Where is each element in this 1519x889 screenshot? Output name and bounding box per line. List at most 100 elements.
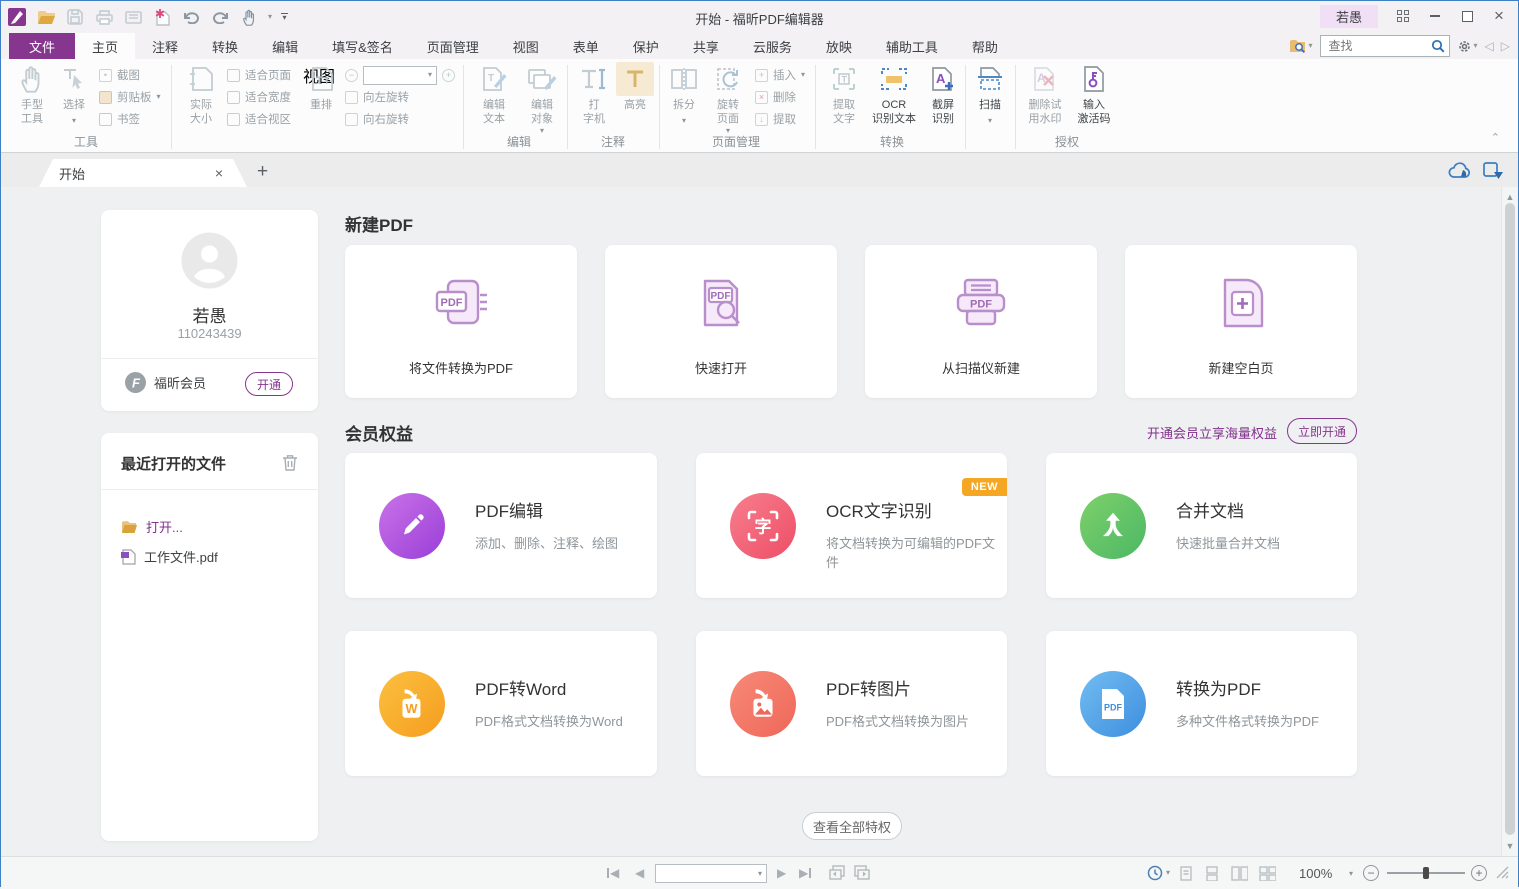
next-page-button[interactable]: ▶ xyxy=(777,866,786,880)
zoom-in-button[interactable]: + xyxy=(442,69,455,82)
rotate-left-button[interactable]: 向左旋转 xyxy=(345,89,409,105)
new-tab-button[interactable]: + xyxy=(257,161,268,183)
snapshot-button[interactable]: •截图 xyxy=(99,67,140,83)
scan-button[interactable]: 扫描 ▾ xyxy=(971,63,1009,125)
zoom-out-button[interactable]: − xyxy=(345,69,358,82)
edit-object-button[interactable]: 编辑 对象 ▾ xyxy=(519,63,565,135)
new-pdf-card-convert[interactable]: PDF 将文件转换为PDF xyxy=(345,245,577,398)
first-page-button[interactable]: ◀ xyxy=(607,866,619,880)
tab-comment[interactable]: 注释 xyxy=(135,33,195,59)
remove-watermark-button[interactable]: A 删除试 用水印 xyxy=(1021,63,1069,127)
tab-view[interactable]: 视图 xyxy=(496,33,556,59)
benefit-card-pdf-edit[interactable]: PDF编辑 添加、删除、注释、绘图 xyxy=(345,453,657,598)
tab-file[interactable]: 文件 xyxy=(9,33,75,59)
clipboard-button[interactable]: 剪贴板▾ xyxy=(99,89,161,105)
benefit-card-merge[interactable]: 合并文档 快速批量合并文档 xyxy=(1046,453,1357,598)
zoom-in-status-button[interactable]: + xyxy=(1471,865,1487,881)
extract-text-button[interactable]: T 提取 文字 xyxy=(823,63,865,127)
find-in-files-button[interactable]: ▾ xyxy=(1289,39,1313,54)
continuous-layout-button[interactable] xyxy=(1205,866,1219,886)
split-button[interactable]: 拆分 ▾ xyxy=(665,63,703,125)
search-input[interactable] xyxy=(1327,38,1431,54)
activate-now-button[interactable]: 立即开通 xyxy=(1287,418,1357,444)
fit-visible-button[interactable]: 适合视区 xyxy=(227,111,291,127)
tab-page-manage[interactable]: 页面管理 xyxy=(410,33,496,59)
tab-convert[interactable]: 转换 xyxy=(195,33,255,59)
benefit-card-convert-to-pdf[interactable]: PDF 转换为PDF 多种文件格式转换为PDF xyxy=(1046,631,1357,776)
recent-file-item[interactable]: 工作文件.pdf xyxy=(121,547,218,566)
tab-share[interactable]: 共享 xyxy=(676,33,736,59)
benefit-card-pdf-to-image[interactable]: PDF转图片 PDF格式文档转换为图片 xyxy=(696,631,1007,776)
tab-fill-sign[interactable]: 填写&签名 xyxy=(315,33,410,59)
collapse-ribbon-button[interactable]: ⌃ xyxy=(1491,131,1500,144)
hand-tool-button[interactable]: 手型 工具 xyxy=(13,63,51,127)
tab-form[interactable]: 表单 xyxy=(556,33,616,59)
single-page-layout-button[interactable] xyxy=(1179,866,1193,886)
ocr-button[interactable]: OCR 识别文本 xyxy=(867,63,921,127)
zoom-dropdown-arrow[interactable]: ▾ xyxy=(1349,870,1353,878)
search-icon[interactable] xyxy=(1431,39,1445,53)
bookmark-button[interactable]: 书签 xyxy=(99,111,140,127)
typewriter-button[interactable]: 打 字机 xyxy=(575,63,613,127)
scroll-down-arrow[interactable]: ▼ xyxy=(1504,841,1516,851)
edit-text-button[interactable]: T 编辑 文本 xyxy=(473,63,515,127)
minimize-button[interactable] xyxy=(1420,4,1450,28)
tab-help[interactable]: 帮助 xyxy=(955,33,1015,59)
close-button[interactable]: × xyxy=(1484,4,1514,28)
reflow-button[interactable]: TT 重排 xyxy=(301,63,341,113)
tab-home[interactable]: 主页 xyxy=(75,33,135,60)
zoom-out-status-button[interactable]: − xyxy=(1363,865,1379,881)
last-page-button[interactable]: ▶ xyxy=(799,866,811,880)
resize-grip[interactable] xyxy=(1495,865,1509,884)
page-number-combobox[interactable]: ▾ xyxy=(655,864,767,883)
activation-code-button[interactable]: 输入 激活码 xyxy=(1071,63,1117,127)
facing-layout-button[interactable] xyxy=(1231,866,1248,886)
previous-view-button[interactable] xyxy=(829,865,845,885)
share-document-button[interactable] xyxy=(1483,162,1504,185)
previous-page-button[interactable]: ◀ xyxy=(635,866,644,880)
tab-protect[interactable]: 保护 xyxy=(616,33,676,59)
restore-button[interactable] xyxy=(1452,4,1482,28)
new-pdf-card-from-scanner[interactable]: PDF 从扫描仪新建 xyxy=(865,245,1097,398)
extract-pages-button[interactable]: ↓提取 xyxy=(755,111,796,127)
benefit-card-pdf-to-word[interactable]: W PDF转Word PDF格式文档转换为Word xyxy=(345,631,657,776)
activate-member-button[interactable]: 开通 xyxy=(245,372,293,396)
avatar[interactable] xyxy=(181,232,238,294)
scrollbar-thumb[interactable] xyxy=(1505,203,1515,835)
settings-button[interactable]: ▾ xyxy=(1457,39,1478,54)
insert-pages-button[interactable]: +插入▾ xyxy=(755,67,805,83)
fit-width-button[interactable]: 适合宽度 xyxy=(227,89,291,105)
screen-ocr-button[interactable]: A 截屏 识别 xyxy=(923,63,963,127)
reading-mode-button[interactable]: ▾ xyxy=(1147,865,1170,881)
pdf-to-image-icon xyxy=(730,671,796,737)
forward-button[interactable]: ▷ xyxy=(1501,39,1510,53)
next-view-button[interactable] xyxy=(854,865,870,885)
zoom-level-combobox[interactable]: ▾ xyxy=(363,66,437,85)
delete-pages-button[interactable]: ×删除 xyxy=(755,89,796,105)
zoom-percentage[interactable]: 100% xyxy=(1299,866,1332,881)
zoom-slider-handle[interactable] xyxy=(1423,867,1429,879)
highlight-button[interactable]: 高亮 xyxy=(615,63,655,113)
rotate-right-button[interactable]: 向右旋转 xyxy=(345,111,409,127)
actual-size-button[interactable]: 实际 大小 xyxy=(181,63,221,127)
close-tab-button[interactable]: × xyxy=(215,165,223,181)
view-all-privileges-button[interactable]: 查看全部特权 xyxy=(802,812,902,840)
scroll-up-arrow[interactable]: ▲ xyxy=(1504,192,1516,202)
cloud-documents-button[interactable] xyxy=(1448,162,1472,184)
new-pdf-card-quick-open[interactable]: PDF 快速打开 xyxy=(605,245,837,398)
tab-edit[interactable]: 编辑 xyxy=(255,33,315,59)
benefit-card-ocr[interactable]: NEW 字 OCR文字识别 将文档转换为可编辑的PDF文件 xyxy=(696,453,1007,598)
continuous-facing-layout-button[interactable] xyxy=(1259,866,1276,886)
user-account-button[interactable]: 若愚 xyxy=(1320,5,1378,28)
rotate-pages-button[interactable]: 旋转 页面 ▾ xyxy=(705,63,751,135)
tab-present[interactable]: 放映 xyxy=(809,33,869,59)
back-button[interactable]: ◁ xyxy=(1485,39,1494,53)
document-tab-start[interactable]: 开始 × xyxy=(39,159,247,187)
open-file-item[interactable]: 打开... xyxy=(121,517,183,536)
new-pdf-card-blank-page[interactable]: 新建空白页 xyxy=(1125,245,1357,398)
clear-recent-button[interactable] xyxy=(282,454,298,476)
tab-cloud[interactable]: 云服务 xyxy=(736,33,809,59)
select-button[interactable]: 选择 ▾ xyxy=(55,63,93,125)
arrange-windows-button[interactable] xyxy=(1388,4,1418,28)
tab-accessibility[interactable]: 辅助工具 xyxy=(869,33,955,59)
